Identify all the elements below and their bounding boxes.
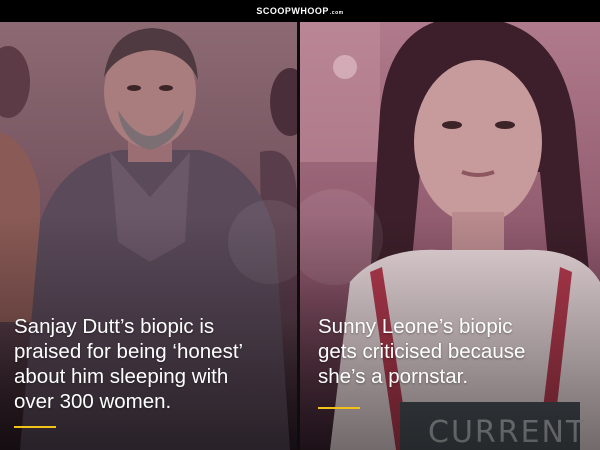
right-accent-rule xyxy=(318,407,360,409)
left-caption: Sanjay Dutt’s biopic is praised for bein… xyxy=(14,315,244,413)
left-accent-rule xyxy=(14,426,56,428)
header-bar: SCOOPWHOOP.com xyxy=(0,0,600,22)
brand-logo: SCOOPWHOOP.com xyxy=(256,6,344,16)
right-panel: CURRENT Sunny Leone’s biopic gets critic… xyxy=(300,22,600,450)
left-panel: Sanjay Dutt’s biopic is praised for bein… xyxy=(0,22,297,450)
right-caption: Sunny Leone’s biopic gets criticised bec… xyxy=(318,315,526,388)
meme-page: SCOOPWHOOP.com Sanjay Dutt’s biopic is p… xyxy=(0,0,600,450)
